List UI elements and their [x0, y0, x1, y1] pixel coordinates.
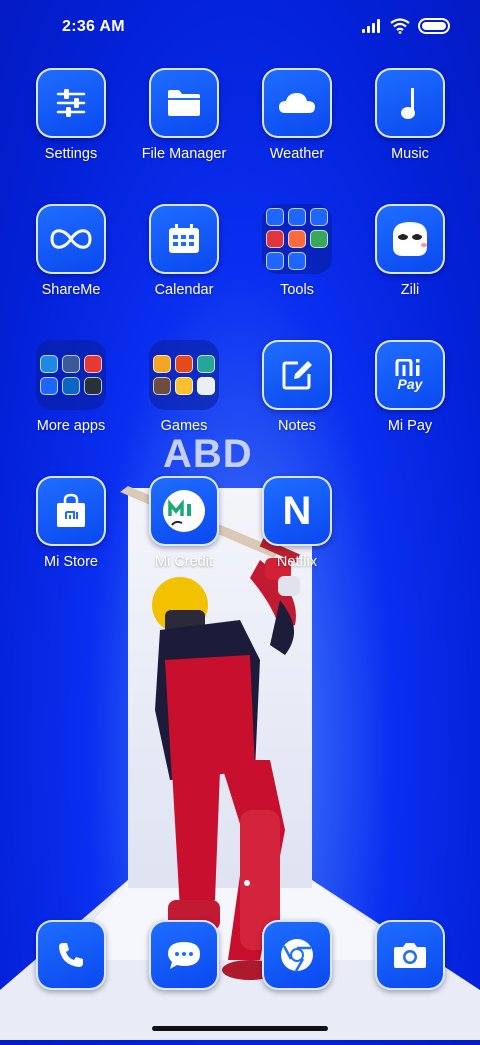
- app-label: Settings: [44, 146, 98, 162]
- facebook-mini-icon: [62, 355, 80, 373]
- phone-icon: [36, 920, 106, 990]
- app-settings[interactable]: Settings: [15, 68, 127, 162]
- app-label: File Manager: [141, 146, 227, 162]
- linkedin-mini-icon: [62, 377, 80, 395]
- netflix-icon: N: [262, 476, 332, 546]
- app-mini-icon: [84, 377, 102, 395]
- app-label: Music: [391, 146, 429, 162]
- weather-icon: [262, 68, 332, 138]
- downloads-mini-icon: [266, 252, 284, 270]
- game-mini-icon: [175, 355, 193, 373]
- mi-pay-icon-text: Pay: [397, 376, 423, 392]
- calculator-mini-icon: [266, 208, 284, 226]
- game-mini-icon: [153, 355, 171, 373]
- notes-edit-icon: [262, 340, 332, 410]
- app-label: Notes: [278, 418, 316, 434]
- folder-tools[interactable]: Tools: [241, 204, 353, 298]
- recorder-mini-icon: [266, 230, 284, 248]
- status-bar: 2:36 AM: [0, 0, 480, 56]
- camera-icon: [375, 920, 445, 990]
- shopping-bag-icon: [36, 476, 106, 546]
- messages-icon: [149, 920, 219, 990]
- status-time: 2:36 AM: [62, 18, 125, 35]
- game-mini-icon: [153, 377, 171, 395]
- app-netflix[interactable]: N Netflix: [241, 476, 353, 570]
- music-note-icon: [375, 68, 445, 138]
- app-label: ShareMe: [41, 282, 101, 298]
- app-label: Netflix: [276, 554, 318, 570]
- dock-camera[interactable]: [354, 920, 466, 990]
- app-mi-credit[interactable]: Mi Credit: [128, 476, 240, 570]
- mi-credit-icon: [149, 476, 219, 546]
- folder-more-apps[interactable]: More apps: [15, 340, 127, 434]
- calendar-icon: [149, 204, 219, 274]
- app-mi-store[interactable]: Mi Store: [15, 476, 127, 570]
- messenger-mini-icon: [40, 355, 58, 373]
- page-indicator-dot[interactable]: [244, 880, 250, 886]
- wifi-icon: [390, 18, 410, 34]
- app-label: More apps: [36, 418, 106, 434]
- feedback-mini-icon: [288, 252, 306, 270]
- app-zili[interactable]: Zili: [354, 204, 466, 298]
- more-apps-folder-icon: [36, 340, 106, 410]
- folder-icon: [149, 68, 219, 138]
- compass-mini-icon: [310, 208, 328, 226]
- settings-icon: [36, 68, 106, 138]
- app-label: Zili: [400, 282, 420, 298]
- chrome-icon: [262, 920, 332, 990]
- app-label: Mi Store: [44, 554, 98, 570]
- game-mini-icon: [197, 355, 215, 373]
- shareme-icon: [36, 204, 106, 274]
- app-label: Games: [160, 418, 208, 434]
- app-label: Tools: [280, 282, 314, 298]
- battery-icon: [418, 18, 450, 34]
- app-mini-icon: [40, 377, 58, 395]
- netflix-icon-letter: N: [282, 488, 312, 533]
- tools-folder-icon: [262, 204, 332, 274]
- clock-mini-icon: [288, 208, 306, 226]
- app-file-manager[interactable]: File Manager: [128, 68, 240, 162]
- home-indicator[interactable]: [152, 1026, 328, 1031]
- app-weather[interactable]: Weather: [241, 68, 353, 162]
- mi-pay-icon: Pay: [375, 340, 445, 410]
- app-label: Calendar: [154, 282, 214, 298]
- game-mini-icon: [197, 377, 215, 395]
- app-notes[interactable]: Notes: [241, 340, 353, 434]
- games-folder-icon: [149, 340, 219, 410]
- signal-icon: [362, 19, 382, 33]
- dock-messages[interactable]: [128, 920, 240, 990]
- app-mi-pay[interactable]: Pay Mi Pay: [354, 340, 466, 434]
- security-mini-icon: [310, 230, 328, 248]
- app-label: Mi Pay: [387, 418, 433, 434]
- wallpaper-text: ABD: [163, 432, 253, 476]
- screen-recorder-mini-icon: [288, 230, 306, 248]
- game-mini-icon: [175, 377, 193, 395]
- dock-chrome[interactable]: [241, 920, 353, 990]
- app-calendar[interactable]: Calendar: [128, 204, 240, 298]
- wps-mini-icon: [84, 355, 102, 373]
- app-shareme[interactable]: ShareMe: [15, 204, 127, 298]
- zili-icon: [375, 204, 445, 274]
- folder-games[interactable]: Games: [128, 340, 240, 434]
- app-music[interactable]: Music: [354, 68, 466, 162]
- app-label: Weather: [269, 146, 325, 162]
- dock-phone[interactable]: [15, 920, 127, 990]
- app-label: Mi Credit: [154, 554, 213, 570]
